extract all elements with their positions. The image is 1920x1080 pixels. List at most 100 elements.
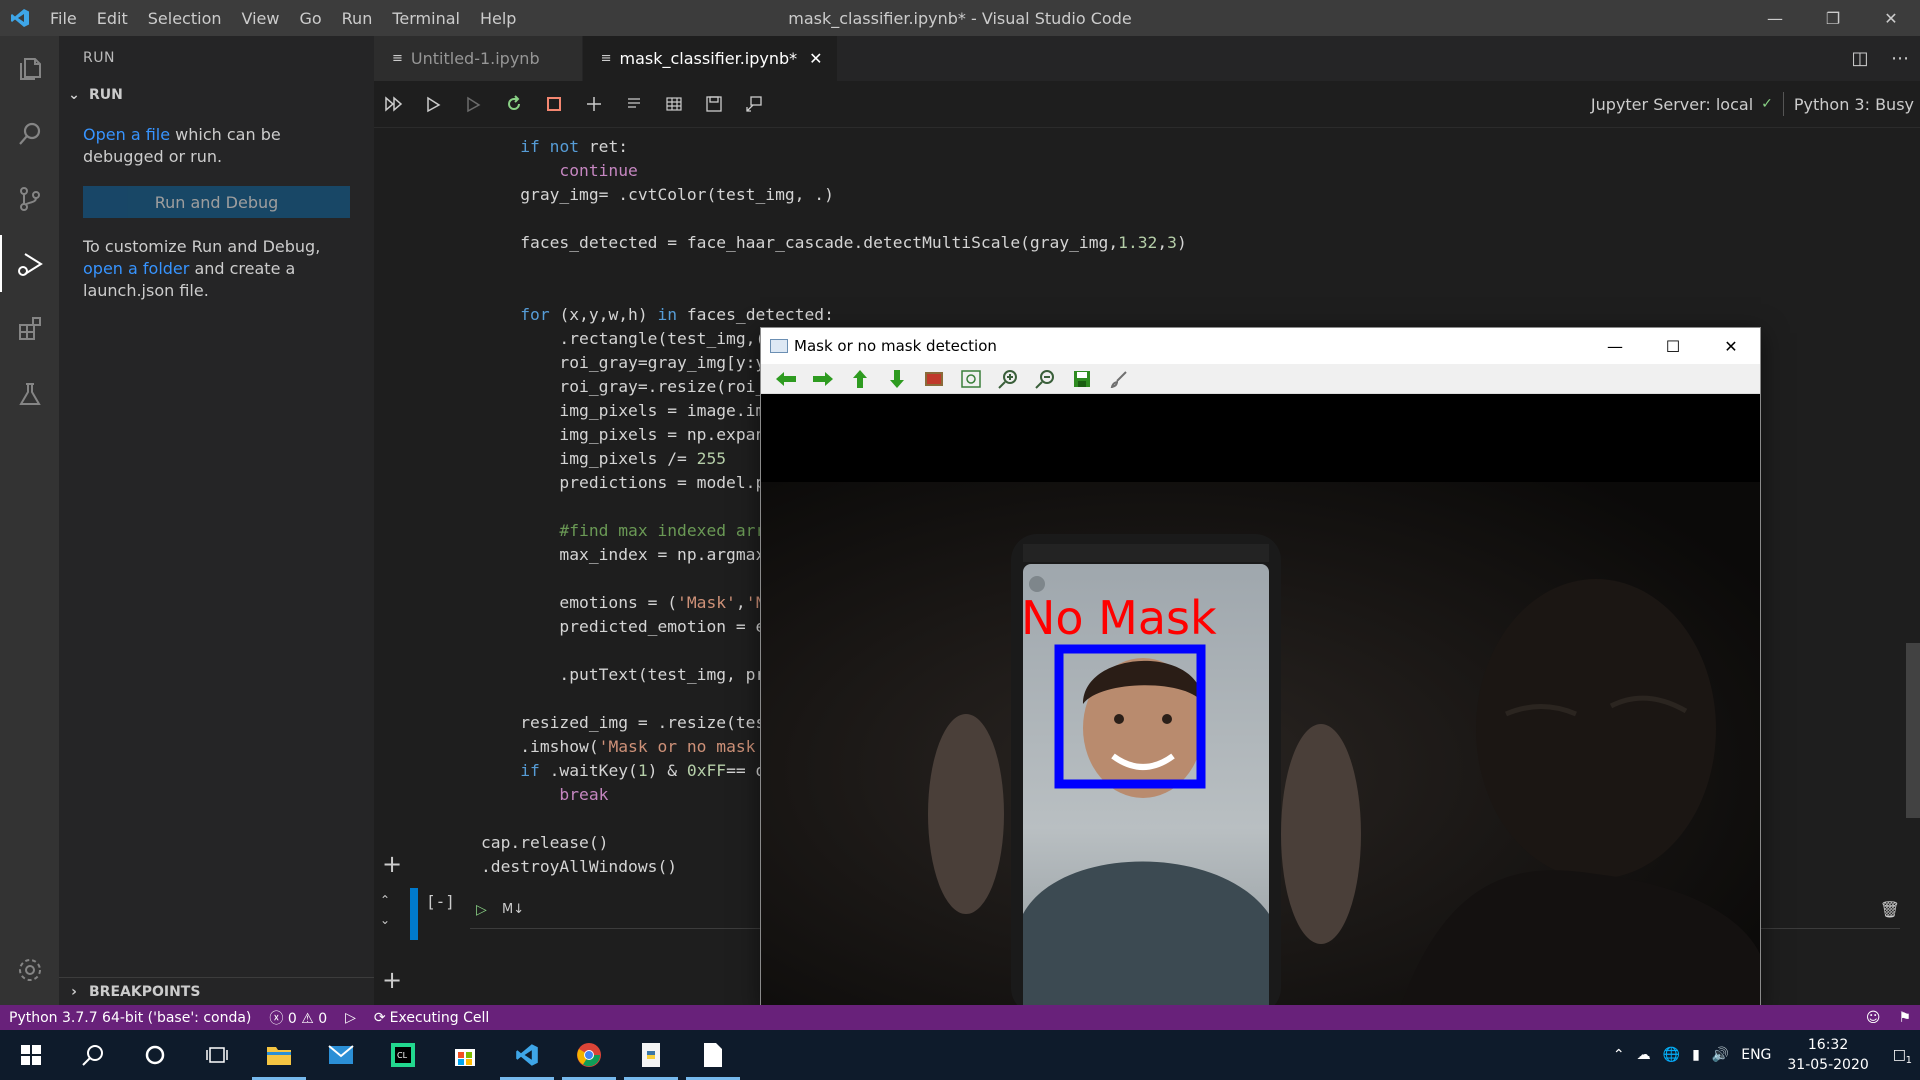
cell-execution-count: [-]	[426, 892, 455, 911]
cell-language-label[interactable]: M↓	[502, 902, 524, 917]
code-line[interactable]: continue	[481, 159, 1491, 183]
properties-brush-icon[interactable]	[1100, 365, 1137, 393]
save-image-icon[interactable]	[1063, 365, 1100, 393]
zoom-out-icon[interactable]	[1026, 365, 1063, 393]
minimize-button[interactable]: —	[1746, 0, 1804, 36]
code-line[interactable]	[481, 279, 1491, 303]
add-cell-below-icon[interactable]: +	[374, 966, 410, 994]
search-icon[interactable]	[62, 1030, 124, 1080]
pan-left-icon[interactable]	[767, 365, 804, 393]
more-actions-icon[interactable]: ⋯	[1880, 48, 1920, 69]
cv-maximize-button[interactable]: ☐	[1644, 328, 1702, 364]
restore-button[interactable]: ❐	[1804, 0, 1862, 36]
tab-untitled-1[interactable]: ≡ Untitled-1.ipynb	[374, 36, 583, 81]
save-icon[interactable]	[694, 84, 734, 124]
code-line[interactable]: gray_img= .cvtColor(test_img, .)	[481, 183, 1491, 207]
globe-network-icon[interactable]: 🌐	[1657, 1047, 1686, 1063]
run-below-icon[interactable]	[454, 84, 494, 124]
code-line[interactable]: for (x,y,w,h) in faces_detected:	[481, 303, 1491, 327]
pan-up-icon[interactable]	[841, 365, 878, 393]
store-icon[interactable]	[434, 1030, 496, 1080]
code-line[interactable]: if not ret:	[481, 135, 1491, 159]
opencv-window-title: Mask or no mask detection	[794, 337, 997, 355]
testing-flask-icon[interactable]	[0, 361, 59, 426]
mail-icon[interactable]	[310, 1030, 372, 1080]
run-play-icon[interactable]: ▷	[336, 1010, 365, 1026]
menu-run[interactable]: Run	[332, 9, 383, 28]
problems-status[interactable]: ⓧ 0 ⚠ 0	[260, 1008, 336, 1028]
zoom-x1-icon[interactable]	[915, 365, 952, 393]
onedrive-icon[interactable]: ☁	[1631, 1047, 1657, 1063]
editor-scrollbar[interactable]	[1906, 643, 1920, 818]
run-section-header[interactable]: ⌄ RUN	[59, 80, 374, 110]
explorer-icon[interactable]	[0, 36, 59, 101]
cv-close-button[interactable]: ✕	[1702, 328, 1760, 364]
file-explorer-icon[interactable]	[248, 1030, 310, 1080]
status-bar: Python 3.7.7 64-bit ('base': conda) ⓧ 0 …	[0, 1005, 1920, 1030]
zoom-in-icon[interactable]	[989, 365, 1026, 393]
cv-minimize-button[interactable]: —	[1586, 328, 1644, 364]
open-folder-link[interactable]: open a folder	[83, 259, 189, 278]
menu-edit[interactable]: Edit	[87, 9, 138, 28]
clear-outputs-icon[interactable]	[614, 84, 654, 124]
search-icon[interactable]	[0, 101, 59, 166]
tab-mask-classifier[interactable]: ≡ mask_classifier.ipynb* ✕	[582, 36, 838, 81]
add-cell-above-icon[interactable]: +	[374, 850, 410, 878]
menu-file[interactable]: File	[40, 9, 87, 28]
opencv-window: Mask or no mask detection — ☐ ✕ No Mask	[760, 327, 1761, 1007]
blank-document-icon[interactable]	[682, 1030, 744, 1080]
breakpoints-section-header[interactable]: › BREAKPOINTS	[59, 977, 374, 1005]
split-editor-icon[interactable]: ◫	[1840, 48, 1880, 69]
jupyter-server-label[interactable]: Jupyter Server: local	[1591, 95, 1753, 114]
menu-terminal[interactable]: Terminal	[382, 9, 470, 28]
cell-move-arrows[interactable]: ⌃ ⌄	[380, 890, 390, 930]
tray-chevron-up-icon[interactable]: ⌃	[1607, 1047, 1631, 1063]
menu-selection[interactable]: Selection	[138, 9, 232, 28]
code-line[interactable]	[481, 207, 1491, 231]
notifications-bell-icon[interactable]: ⚑	[1889, 1010, 1920, 1026]
cortana-icon[interactable]	[124, 1030, 186, 1080]
run-above-icon[interactable]	[414, 84, 454, 124]
menu-help[interactable]: Help	[470, 9, 526, 28]
menu-go[interactable]: Go	[289, 9, 331, 28]
code-line[interactable]	[481, 255, 1491, 279]
interrupt-kernel-icon[interactable]	[534, 84, 574, 124]
kernel-status-label[interactable]: Python 3: Busy	[1794, 95, 1914, 114]
windows-start-icon[interactable]	[0, 1030, 62, 1080]
source-control-icon[interactable]	[0, 166, 59, 231]
run-debug-icon[interactable]	[0, 231, 59, 296]
volume-icon[interactable]: 🔊	[1706, 1047, 1735, 1063]
restart-kernel-icon[interactable]	[494, 84, 534, 124]
action-center-icon[interactable]: □ 1	[1879, 1047, 1920, 1066]
task-view-icon[interactable]	[186, 1030, 248, 1080]
close-tab-icon[interactable]: ✕	[809, 49, 822, 68]
extensions-icon[interactable]	[0, 296, 59, 361]
open-file-link[interactable]: Open a file	[83, 125, 170, 144]
delete-cell-icon[interactable]: 🗑	[1880, 900, 1900, 919]
add-cell-icon[interactable]	[574, 84, 614, 124]
pan-right-icon[interactable]	[804, 365, 841, 393]
export-icon[interactable]	[734, 84, 774, 124]
menu-view[interactable]: View	[232, 9, 290, 28]
python-idle-icon[interactable]	[620, 1030, 682, 1080]
variables-icon[interactable]	[654, 84, 694, 124]
run-all-cells-icon[interactable]	[374, 84, 414, 124]
clock[interactable]: 16:32 31-05-2020	[1777, 1035, 1878, 1075]
manage-gear-icon[interactable]	[0, 935, 59, 1005]
code-line[interactable]: faces_detected = face_haar_cascade.detec…	[481, 231, 1491, 255]
python-interpreter-status[interactable]: Python 3.7.7 64-bit ('base': conda)	[0, 1010, 260, 1026]
close-window-button[interactable]: ✕	[1862, 0, 1920, 36]
input-language[interactable]: ENG	[1735, 1047, 1777, 1063]
feedback-icon[interactable]: ☺	[1857, 1010, 1890, 1026]
battery-icon[interactable]: ▮	[1686, 1047, 1706, 1063]
zoom-fit-icon[interactable]	[952, 365, 989, 393]
tab-label: mask_classifier.ipynb*	[619, 49, 798, 68]
pan-down-icon[interactable]	[878, 365, 915, 393]
chrome-icon[interactable]	[558, 1030, 620, 1080]
run-cell-icon[interactable]: ▷	[476, 902, 487, 918]
run-and-debug-button[interactable]: Run and Debug	[83, 186, 350, 218]
clion-icon[interactable]: CL	[372, 1030, 434, 1080]
chevron-down-icon: ⌄	[68, 87, 80, 103]
opencv-title-bar[interactable]: Mask or no mask detection — ☐ ✕	[761, 328, 1760, 364]
vscode-taskbar-icon[interactable]	[496, 1030, 558, 1080]
